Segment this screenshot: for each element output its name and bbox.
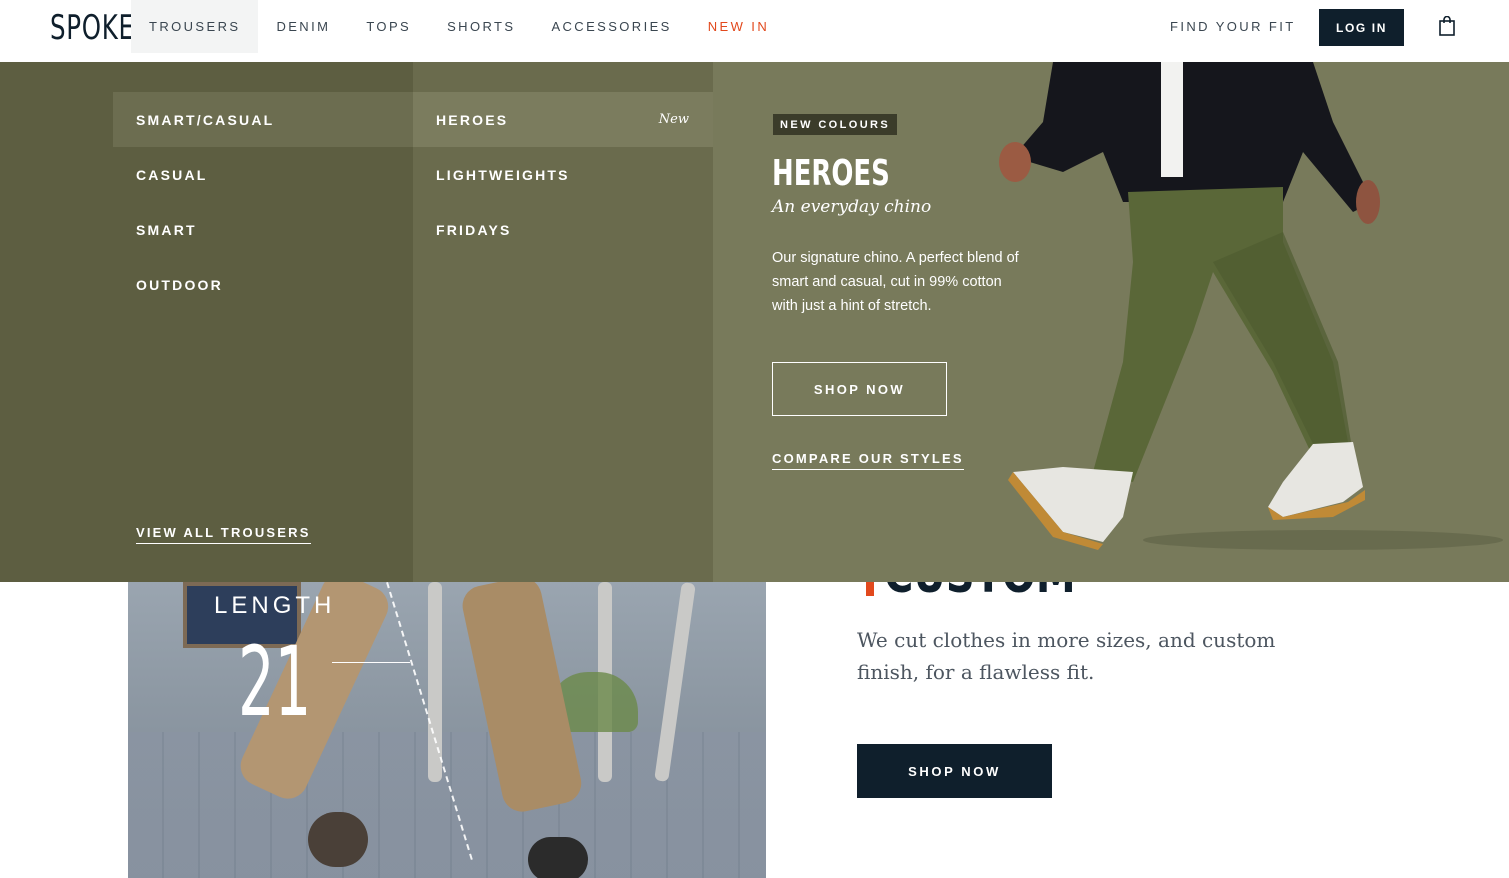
new-tag: New [658,112,689,127]
login-button[interactable]: LOG IN [1319,9,1404,46]
menu-item-heroes-label: HEROES [436,111,509,128]
main-nav: TROUSERS DENIM TOPS SHORTS ACCESSORIES N… [131,0,787,62]
category-column: SMART/CASUAL CASUAL SMART OUTDOOR VIEW A… [0,62,413,582]
video-shoe [308,812,368,867]
style-column: HEROES New LIGHTWEIGHTS FRIDAYS [413,62,713,582]
menu-item-outdoor[interactable]: OUTDOOR [113,257,413,312]
model-walking-image [999,62,1503,550]
length-value: 21 [238,626,312,738]
new-colours-badge: NEW COLOURS [773,114,898,135]
nav-shorts[interactable]: SHORTS [429,0,533,53]
menu-item-smart-casual[interactable]: SMART/CASUAL [113,92,413,147]
nav-denim[interactable]: DENIM [258,0,348,53]
view-all-trousers-link[interactable]: VIEW ALL TROUSERS [136,525,311,544]
feature-description: Our signature chino. A perfect blend of … [772,250,1019,314]
nav-trousers[interactable]: TROUSERS [131,0,259,53]
feature-title: HEROES [772,153,890,194]
menu-item-fridays[interactable]: FRIDAYS [413,202,713,257]
custom-fit-text: We cut clothes in more sizes, and custom… [857,628,1276,684]
fit-video[interactable]: LENGTH 21 [128,582,766,878]
menu-item-smart[interactable]: SMART [113,202,413,257]
video-shoe [528,837,588,878]
nav-new-in[interactable]: NEW IN [690,0,787,53]
menu-item-lightweights[interactable]: LIGHTWEIGHTS [413,147,713,202]
length-marker-line [332,662,410,663]
heroes-feature-panel: NEW COLOURS HEROES An everyday chino Our… [713,62,1509,582]
spoke-logo[interactable]: SPOKE [50,8,135,48]
nav-accessories[interactable]: ACCESSORIES [533,0,689,53]
find-your-fit-link[interactable]: FIND YOUR FIT [1170,19,1296,34]
feature-subtitle: An everyday chino [772,197,932,217]
menu-item-heroes[interactable]: HEROES New [413,92,713,147]
custom-fit-shop-now-button[interactable]: SHOP NOW [857,744,1052,798]
trousers-mega-menu: SMART/CASUAL CASUAL SMART OUTDOOR VIEW A… [0,62,1509,582]
compare-styles-link[interactable]: COMPARE OUR STYLES [772,451,964,470]
feature-shop-now-button[interactable]: SHOP NOW [772,362,947,416]
menu-item-casual[interactable]: CASUAL [113,147,413,202]
shopping-bag-icon[interactable] [1439,16,1455,36]
site-header: SPOKE TROUSERS DENIM TOPS SHORTS ACCESSO… [0,0,1509,62]
length-label: LENGTH [214,592,336,619]
nav-tops[interactable]: TOPS [348,0,429,53]
